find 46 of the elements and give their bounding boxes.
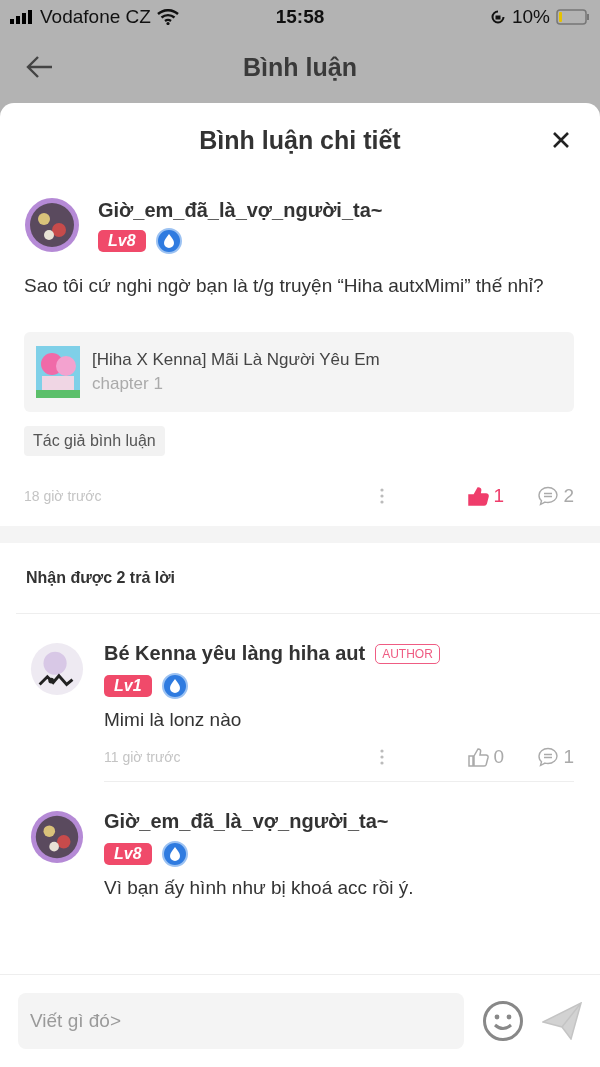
battery-percent: 10% bbox=[511, 6, 550, 28]
comment-tag: Tác giả bình luận bbox=[24, 426, 165, 456]
comment-time: 18 giờ trước bbox=[24, 488, 103, 504]
more-icon[interactable] bbox=[380, 749, 384, 765]
close-icon[interactable] bbox=[552, 131, 570, 149]
speech-bubble-icon bbox=[537, 747, 560, 767]
reply-text: Mimi là lonz nào bbox=[104, 709, 243, 731]
replies-heading: Nhận được 2 trả lời bbox=[16, 543, 600, 614]
avatar bbox=[30, 642, 84, 696]
user-name: Giờ_em_đã_là_vợ_người_ta~ bbox=[98, 199, 383, 222]
comment-input[interactable]: Viết gì đó> bbox=[18, 993, 464, 1049]
reply-time: 11 giờ trước bbox=[104, 749, 182, 765]
drop-badge-icon bbox=[155, 228, 182, 254]
level-badge: Lv8 bbox=[104, 843, 152, 865]
like-button[interactable]: 0 bbox=[454, 746, 504, 768]
thumbs-up-icon bbox=[467, 747, 490, 767]
wifi-icon bbox=[156, 9, 179, 25]
reply-count-button[interactable]: 1 bbox=[524, 746, 574, 768]
rotation-lock-icon bbox=[489, 9, 506, 25]
comment-text: Sao tôi cứ nghi ngờ bạn là t/g truyện “Hiha autxMimi” thế nhỉ? bbox=[24, 274, 545, 298]
avatar bbox=[30, 810, 84, 864]
story-card[interactable]: [Hiha X Kenna] Mãi Là Người Yêu Em chapter 1 bbox=[24, 332, 574, 412]
like-button[interactable]: 1 bbox=[454, 485, 504, 507]
level-badge: Lv8 bbox=[98, 230, 146, 252]
more-icon[interactable] bbox=[380, 488, 384, 504]
speech-bubble-icon bbox=[537, 486, 560, 506]
drop-badge-icon bbox=[161, 673, 188, 699]
reply-text: Vì bạn ấy hình như bị khoá acc rồi ý. bbox=[104, 877, 415, 899]
author-badge: AUTHOR bbox=[375, 643, 440, 664]
signal-icon bbox=[10, 10, 34, 24]
back-arrow-icon[interactable] bbox=[26, 55, 54, 79]
story-title: [Hiha X Kenna] Mãi Là Người Yêu Em bbox=[92, 350, 380, 370]
page-title: Bình luận bbox=[243, 52, 357, 82]
level-badge: Lv1 bbox=[104, 675, 152, 697]
sheet-title: Bình luận chi tiết bbox=[199, 125, 401, 155]
emoji-icon[interactable] bbox=[482, 1000, 524, 1042]
battery-icon bbox=[556, 9, 590, 25]
clock-time: 15:58 bbox=[275, 6, 325, 28]
drop-badge-icon bbox=[161, 841, 188, 867]
avatar bbox=[24, 197, 80, 253]
thumbs-up-icon bbox=[467, 486, 490, 506]
chapter-label: chapter 1 bbox=[92, 374, 164, 394]
reply-count-button[interactable]: 2 bbox=[524, 485, 574, 507]
user-name: Giờ_em_đã_là_vợ_người_ta~ bbox=[104, 810, 389, 833]
carrier-name: Vodafone CZ bbox=[40, 6, 151, 28]
user-name: Bé Kenna yêu làng hiha aut bbox=[104, 642, 366, 665]
